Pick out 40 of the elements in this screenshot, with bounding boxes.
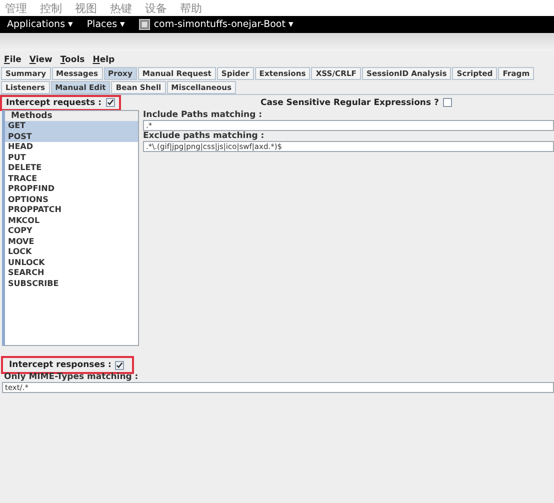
list-item[interactable]: PROPFIND: [5, 184, 138, 194]
list-item[interactable]: MOVE: [5, 236, 138, 247]
list-item[interactable]: PUT: [5, 152, 138, 163]
menu-item[interactable]: Tools: [60, 55, 85, 65]
menu-item[interactable]: 控制: [40, 0, 62, 16]
menu-item[interactable]: View: [29, 55, 52, 65]
menu-item[interactable]: Help: [92, 55, 115, 65]
panel-menu[interactable]: Applications ▾: [7, 19, 73, 30]
window-title[interactable]: com-simontuffs-onejar-Boot ▾: [154, 19, 294, 30]
menu-item[interactable]: 帮助: [180, 0, 202, 16]
checkbox[interactable]: [106, 98, 115, 107]
menu-item[interactable]: File: [4, 55, 22, 65]
list-item[interactable]: PROPPATCH: [5, 205, 138, 216]
field-label: Include Paths matching :: [143, 110, 264, 120]
list-item[interactable]: TRACE: [5, 174, 138, 184]
menu-item[interactable]: 热键: [110, 0, 132, 16]
field-label: Exclude paths matching :: [143, 131, 266, 141]
menu-item[interactable]: 管理: [5, 0, 27, 16]
app-icon: [138, 19, 150, 30]
checkbox-label: Intercept requests :: [6, 98, 102, 108]
menu-item[interactable]: 视图: [75, 0, 97, 16]
list-item[interactable]: HEAD: [5, 142, 138, 152]
list-item[interactable]: POST: [5, 132, 138, 142]
list-item[interactable]: OPTIONS: [5, 194, 138, 205]
list-item[interactable]: UNLOCK: [5, 258, 138, 268]
list-item[interactable]: LOCK: [5, 247, 138, 258]
checkbox[interactable]: [115, 360, 124, 370]
menu-item[interactable]: 设备: [145, 0, 167, 16]
list-item[interactable]: SEARCH: [5, 268, 138, 278]
checkbox[interactable]: [442, 98, 452, 107]
list-title: Methods: [5, 111, 138, 121]
list-item[interactable]: SUBSCRIBE: [5, 278, 138, 289]
checkbox-label: Case Sensitive Regular Expressions ?: [260, 98, 439, 108]
list-item[interactable]: DELETE: [5, 163, 138, 174]
panel-menu[interactable]: Places ▾: [86, 19, 125, 30]
list-item[interactable]: GET: [5, 121, 138, 132]
checkbox-label: Intercept responses :: [9, 360, 112, 370]
field-label: Only MIME-Types matching :: [3, 372, 140, 382]
list-item[interactable]: COPY: [5, 226, 138, 236]
list-item[interactable]: MKCOL: [5, 216, 138, 226]
